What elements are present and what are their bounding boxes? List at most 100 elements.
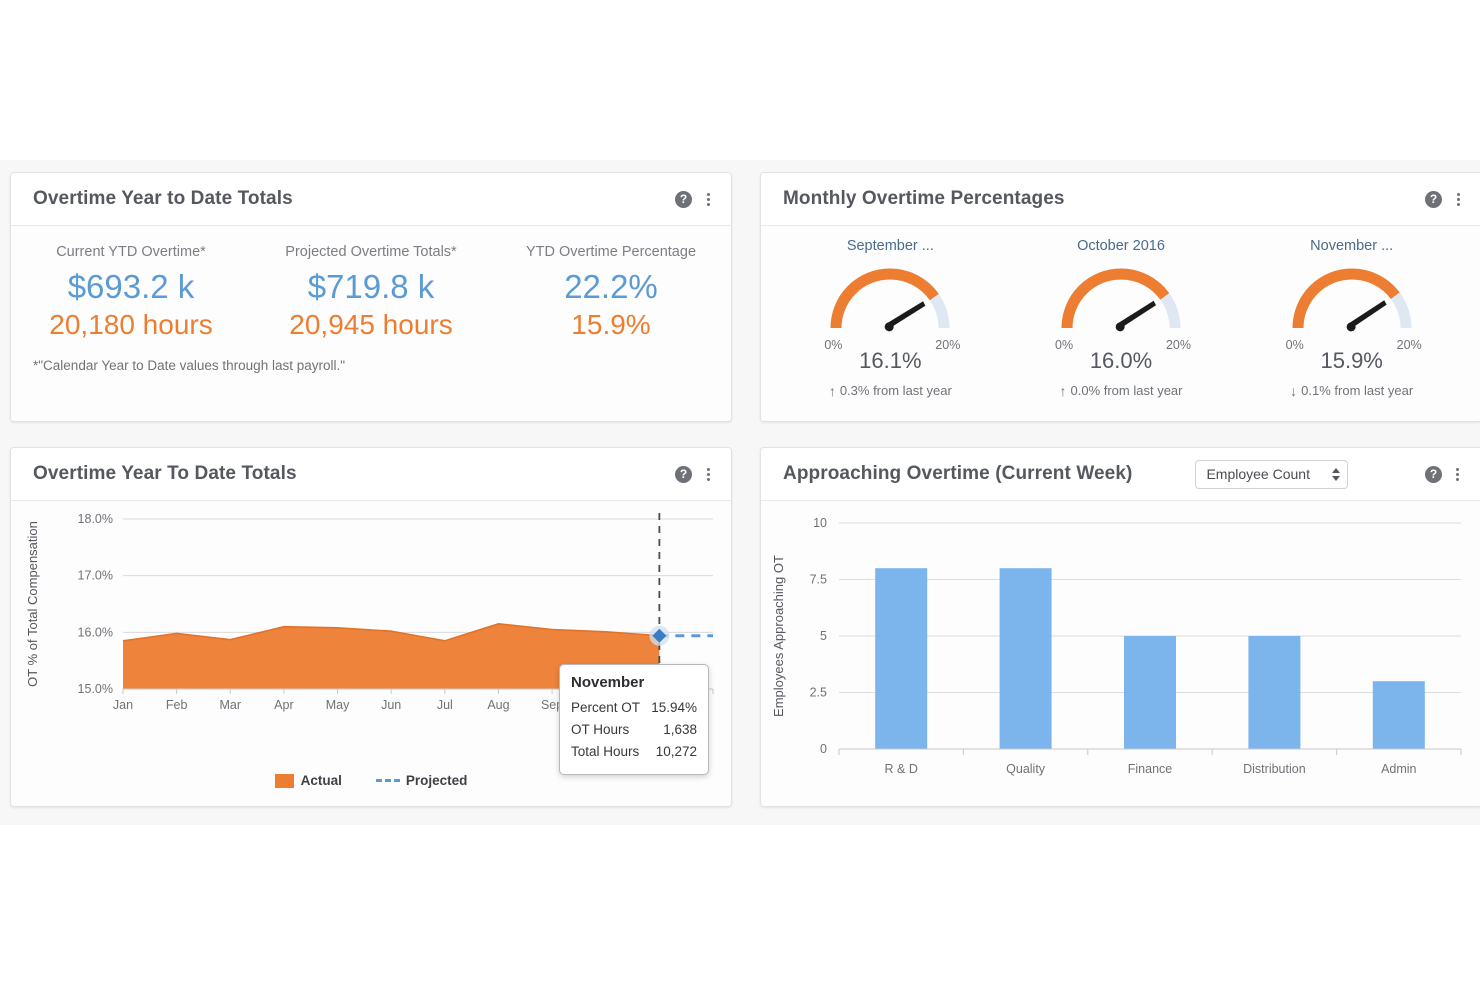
stepper-icon[interactable]	[1331, 467, 1340, 481]
card-overtime-ytd-chart: Overtime Year To Date Totals ? 15.0% 16.0…	[10, 447, 732, 807]
kpi-label: Projected Overtime Totals*	[285, 244, 457, 260]
metric-select[interactable]: Employee Count	[1195, 459, 1348, 489]
gauge-delta: ↓ 0.1% from last year	[1236, 383, 1467, 398]
legend-swatch-actual	[274, 773, 294, 788]
kpi-secondary-value: 15.9%	[571, 309, 651, 341]
svg-text:Distribution: Distribution	[1243, 762, 1306, 776]
card-body: 0 2.5 5 7.5 10 Employees Approaching OT R & D Q…	[761, 501, 1480, 806]
svg-text:Feb: Feb	[166, 698, 188, 712]
card-overtime-ytd-totals: Overtime Year to Date Totals ? Current Y…	[10, 172, 732, 422]
header-tools: ?	[675, 190, 715, 208]
card-header: Monthly Overtime Percentages ?	[761, 173, 1480, 226]
svg-text:15.0%: 15.0%	[78, 682, 113, 696]
svg-text:Jan: Jan	[113, 698, 133, 712]
gauge-min-label: 0%	[1285, 338, 1304, 352]
kpi-primary-value: $693.2 k	[67, 268, 195, 305]
svg-text:Aug: Aug	[487, 698, 509, 712]
row-spacer	[10, 422, 1480, 447]
gauge-row: September ... 0% 20% 16.1% ↑ 0.3% from l…	[761, 226, 1480, 398]
kpi-projected-overtime-totals: Projected Overtime Totals* $719.8 k 20,9…	[251, 244, 491, 342]
header-tools: ?	[1424, 465, 1465, 483]
kebab-menu-icon[interactable]	[701, 466, 715, 483]
gauge-min-label: 0%	[824, 338, 843, 352]
kpi-label: Current YTD Overtime*	[56, 244, 206, 260]
kebab-menu-icon[interactable]	[1451, 466, 1465, 483]
help-icon[interactable]: ?	[1424, 465, 1442, 483]
help-icon[interactable]: ?	[675, 190, 692, 208]
tooltip-value: 1,638	[663, 721, 697, 737]
gauge-svg	[1061, 268, 1181, 332]
gauge-title: October 2016	[1077, 238, 1165, 254]
page-title: Monthly Overtime Percentages	[783, 188, 1065, 209]
gauge-range-labels: 0% 20%	[824, 338, 960, 354]
svg-text:Quality: Quality	[1006, 762, 1046, 776]
kpi-ytd-overtime-percentage: YTD Overtime Percentage 22.2% 15.9%	[491, 244, 731, 342]
kpi-primary-value: $719.8 k	[307, 268, 435, 305]
svg-text:18.0%: 18.0%	[78, 512, 113, 526]
gauge-delta-label: 0.0% from last year	[1070, 383, 1183, 398]
svg-text:16.0%: 16.0%	[78, 625, 113, 639]
gauge-september: September ... 0% 20% 16.1% ↑ 0.3% from l…	[775, 238, 1006, 398]
kpi-primary-value: 22.2%	[564, 268, 658, 305]
svg-text:R & D: R & D	[885, 762, 918, 776]
header-tools: ?	[675, 465, 715, 483]
svg-text:2.5: 2.5	[810, 686, 827, 700]
tooltip-title: November	[571, 674, 645, 691]
svg-text:OT % of Total Compensation: OT % of Total Compensation	[25, 521, 40, 687]
area-chart: 15.0% 16.0% 17.0% 18.0% OT % of Total Compen…	[11, 501, 731, 806]
svg-text:Admin: Admin	[1381, 762, 1416, 776]
legend-item-actual[interactable]: Actual	[274, 772, 342, 788]
dashboard-grid: Overtime Year to Date Totals ? Current Y…	[10, 172, 1480, 807]
kebab-menu-icon[interactable]	[1451, 191, 1465, 208]
kpi-current-ytd-overtime: Current YTD Overtime* $693.2 k 20,180 ho…	[11, 244, 251, 342]
svg-text:5: 5	[820, 629, 827, 643]
gauge-max-label: 20%	[1396, 338, 1422, 352]
svg-text:Jun: Jun	[381, 698, 401, 712]
kpi-label: YTD Overtime Percentage	[525, 244, 697, 260]
arrow-up-icon: ↑	[1059, 382, 1067, 399]
tooltip-value: 15.94%	[651, 700, 697, 715]
tooltip-key: OT Hours	[571, 721, 630, 737]
svg-text:Employees Approaching OT: Employees Approaching OT	[771, 555, 786, 717]
tooltip-row: Percent OT 15.94%	[571, 697, 697, 719]
legend-label: Actual	[300, 773, 342, 788]
tooltip-row: Total Hours 10,272	[571, 741, 697, 763]
gauge-delta: ↑ 0.0% from last year	[1006, 383, 1237, 398]
gauge-title: September ...	[846, 238, 934, 254]
svg-text:Apr: Apr	[274, 698, 293, 712]
card-approaching-overtime: Approaching Overtime (Current Week) Empl…	[760, 447, 1480, 807]
header-tools: ?	[1425, 190, 1465, 208]
help-icon[interactable]: ?	[675, 465, 692, 483]
kpi-row: Current YTD Overtime* $693.2 k 20,180 ho…	[11, 226, 731, 342]
legend-swatch-projected	[375, 779, 400, 782]
dashboard-page: Overtime Year to Date Totals ? Current Y…	[0, 160, 1480, 825]
svg-text:7.5: 7.5	[810, 573, 827, 587]
svg-text:Mar: Mar	[220, 698, 242, 712]
legend-item-projected[interactable]: Projected	[375, 772, 468, 788]
gauge-max-label: 20%	[935, 338, 961, 352]
kpi-secondary-value: 20,945 hours	[289, 309, 453, 341]
card-body: Current YTD Overtime* $693.2 k 20,180 ho…	[11, 226, 731, 421]
chart-tooltip: November Percent OT 15.94% OT Hours 1,63…	[559, 664, 709, 775]
gauge-dial	[1057, 256, 1185, 338]
tooltip-key: Total Hours	[571, 743, 640, 759]
arrow-up-icon: ↑	[828, 382, 836, 399]
card-header: Overtime Year To Date Totals ?	[11, 448, 731, 501]
card-header: Overtime Year to Date Totals ?	[11, 173, 731, 226]
card-body: 15.0% 16.0% 17.0% 18.0% OT % of Total Compen…	[11, 501, 731, 806]
help-icon[interactable]: ?	[1425, 190, 1442, 208]
gauge-max-label: 20%	[1165, 338, 1191, 352]
svg-text:10: 10	[813, 516, 827, 530]
gauge-delta-label: 0.1% from last year	[1301, 383, 1414, 398]
card-monthly-overtime-percentages: Monthly Overtime Percentages ? September…	[760, 172, 1480, 422]
tooltip-value: 10,272	[655, 743, 697, 759]
tooltip-key: Percent OT	[571, 700, 641, 715]
card-header: Approaching Overtime (Current Week) Empl…	[761, 448, 1480, 501]
legend-label: Projected	[405, 773, 468, 788]
gauge-min-label: 0%	[1055, 338, 1074, 352]
svg-text:Finance: Finance	[1128, 762, 1173, 776]
tooltip-row: OT Hours 1,638	[571, 719, 697, 741]
arrow-down-icon: ↓	[1290, 382, 1298, 399]
kebab-menu-icon[interactable]	[701, 191, 715, 208]
gauge-november: November ... 0% 20% 15.9% ↓ 0.1% from la…	[1236, 238, 1467, 398]
